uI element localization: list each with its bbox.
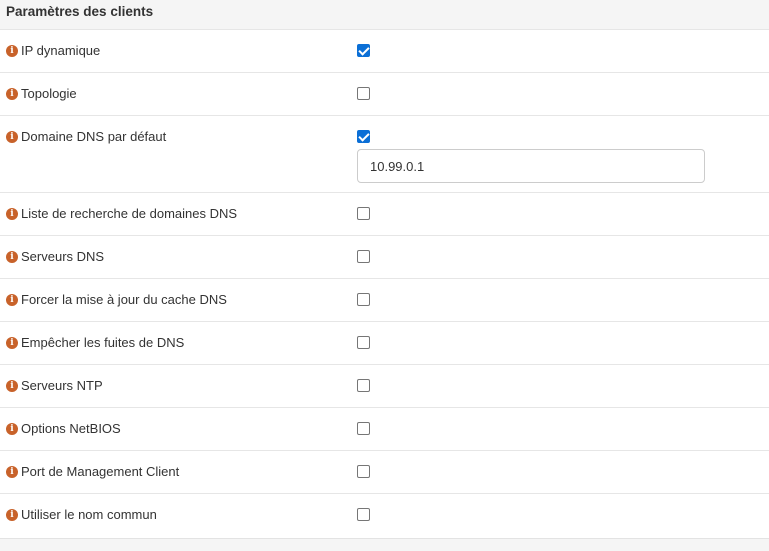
setting-label-text: Domaine DNS par défaut	[21, 129, 167, 144]
default-dns-domain-input[interactable]	[357, 149, 705, 183]
setting-row-ntp-servers: i Serveurs NTP	[0, 365, 769, 408]
info-icon[interactable]: i	[6, 465, 18, 478]
setting-label: i Liste de recherche de domaines DNS	[6, 206, 237, 221]
setting-label: i Port de Management Client	[6, 464, 179, 479]
force-dns-cache-update-checkbox[interactable]	[357, 293, 370, 306]
info-icon[interactable]: i	[6, 250, 18, 263]
setting-row-force-dns-cache-update: i Forcer la mise à jour du cache DNS	[0, 279, 769, 322]
netbios-options-checkbox[interactable]	[357, 422, 370, 435]
setting-label-text: Forcer la mise à jour du cache DNS	[21, 292, 227, 307]
setting-label-text: Topologie	[21, 86, 77, 101]
setting-row-management-client-port: i Port de Management Client	[0, 451, 769, 494]
info-icon[interactable]: i	[6, 336, 18, 349]
dns-servers-checkbox[interactable]	[357, 250, 370, 263]
section-title: Paramètres des clients	[0, 0, 769, 30]
info-icon[interactable]: i	[6, 87, 18, 100]
setting-row-topology: i Topologie	[0, 73, 769, 116]
management-client-port-checkbox[interactable]	[357, 465, 370, 478]
default-dns-domain-checkbox[interactable]	[357, 130, 370, 143]
dns-search-list-checkbox[interactable]	[357, 207, 370, 220]
setting-label: i Serveurs NTP	[6, 378, 103, 393]
setting-row-dns-servers: i Serveurs DNS	[0, 236, 769, 279]
setting-label: i Topologie	[6, 86, 77, 101]
use-common-name-checkbox[interactable]	[357, 508, 370, 521]
setting-label-text: Utiliser le nom commun	[21, 507, 157, 522]
setting-label: i Utiliser le nom commun	[6, 507, 157, 522]
info-icon[interactable]: i	[6, 44, 18, 57]
setting-label: i Serveurs DNS	[6, 249, 104, 264]
info-icon[interactable]: i	[6, 508, 18, 521]
setting-label-text: Serveurs DNS	[21, 249, 105, 264]
client-settings-panel: Paramètres des clients i IP dynamique i …	[0, 0, 769, 539]
setting-label: i Empêcher les fuites de DNS	[6, 335, 184, 350]
setting-label: i Domaine DNS par défaut	[6, 129, 166, 144]
setting-label-text: IP dynamique	[21, 43, 101, 58]
info-icon[interactable]: i	[6, 207, 18, 220]
setting-label-text: Port de Management Client	[21, 464, 180, 479]
ntp-servers-checkbox[interactable]	[357, 379, 370, 392]
setting-label: i Forcer la mise à jour du cache DNS	[6, 292, 227, 307]
setting-row-default-dns-domain: i Domaine DNS par défaut	[0, 116, 769, 193]
topology-checkbox[interactable]	[357, 87, 370, 100]
setting-label: i Options NetBIOS	[6, 421, 121, 436]
info-icon[interactable]: i	[6, 379, 18, 392]
setting-label-text: Options NetBIOS	[21, 421, 121, 436]
info-icon[interactable]: i	[6, 422, 18, 435]
setting-label-text: Serveurs NTP	[21, 378, 103, 393]
setting-label-text: Empêcher les fuites de DNS	[21, 335, 185, 350]
setting-row-dynamic-ip: i IP dynamique	[0, 30, 769, 73]
info-icon[interactable]: i	[6, 293, 18, 306]
info-icon[interactable]: i	[6, 130, 18, 143]
setting-row-netbios-options: i Options NetBIOS	[0, 408, 769, 451]
setting-row-use-common-name: i Utiliser le nom commun	[0, 494, 769, 537]
setting-row-dns-search-list: i Liste de recherche de domaines DNS	[0, 193, 769, 236]
block-dns-leaks-checkbox[interactable]	[357, 336, 370, 349]
setting-row-block-dns-leaks: i Empêcher les fuites de DNS	[0, 322, 769, 365]
setting-label: i IP dynamique	[6, 43, 100, 58]
setting-label-text: Liste de recherche de domaines DNS	[21, 206, 238, 221]
dynamic-ip-checkbox[interactable]	[357, 44, 370, 57]
